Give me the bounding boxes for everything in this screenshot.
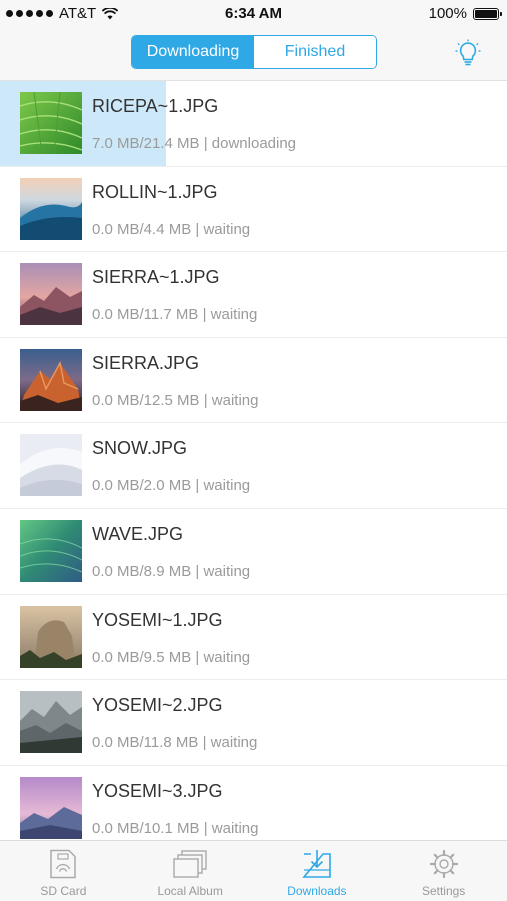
- file-status: 0.0 MB/8.9 MB | waiting: [92, 562, 251, 580]
- download-row[interactable]: ROLLIN~1.JPG 0.0 MB/4.4 MB | waiting: [0, 167, 507, 253]
- photo-thumbnail: [20, 92, 82, 154]
- file-name: SIERRA.JPG: [92, 352, 200, 373]
- sd-card-icon: [50, 849, 77, 879]
- tab-label: Local Album: [157, 884, 223, 898]
- file-name: YOSEMI~3.JPG: [92, 780, 223, 801]
- download-tray-icon: [302, 850, 331, 878]
- gear-icon: [429, 849, 458, 879]
- file-status: 0.0 MB/11.7 MB | waiting: [92, 306, 258, 324]
- album-icon: [173, 850, 207, 878]
- tab-label: Settings: [421, 884, 466, 898]
- download-segmented-control: Downloading Finished: [131, 35, 377, 69]
- photo-thumbnail: [20, 263, 82, 326]
- file-status: 0.0 MB/2.0 MB | waiting: [92, 477, 251, 495]
- photo-thumbnail: [20, 519, 82, 582]
- segment-finished[interactable]: Finished: [254, 36, 376, 68]
- file-status: 0.0 MB/12.5 MB | waiting: [92, 391, 259, 409]
- photo-thumbnail: [20, 177, 82, 240]
- file-name: YOSEMI~1.JPG: [92, 609, 223, 630]
- download-row[interactable]: YOSEMI~1.JPG 0.0 MB/9.5 MB | waiting: [0, 595, 507, 681]
- photo-thumbnail: [20, 605, 82, 668]
- battery-icon: [473, 7, 502, 20]
- file-status: 7.0 MB/21.4 MB | downloading: [92, 135, 297, 152]
- tab-label: SD Card: [40, 884, 87, 898]
- download-row[interactable]: WAVE.JPG 0.0 MB/8.9 MB | waiting: [0, 509, 507, 595]
- file-status: 0.0 MB/9.5 MB | waiting: [92, 648, 251, 666]
- photo-thumbnail: [20, 348, 82, 411]
- file-name: ROLLIN~1.JPG: [92, 181, 218, 202]
- tab-settings[interactable]: Settings: [380, 841, 507, 901]
- download-row[interactable]: SIERRA~1.JPG 0.0 MB/11.7 MB | waiting: [0, 252, 507, 338]
- tab-downloads[interactable]: Downloads: [254, 841, 381, 901]
- file-name: YOSEMI~2.JPG: [92, 695, 223, 716]
- tab-sd-card[interactable]: SD Card: [0, 841, 127, 901]
- download-row[interactable]: RICEPA~1.JPG 7.0 MB/21.4 MB | downloading: [0, 81, 507, 167]
- battery-percent: 100%: [428, 5, 467, 22]
- file-status: 0.0 MB/10.1 MB | waiting: [92, 819, 259, 837]
- nav-bar: Downloading Finished: [0, 28, 507, 81]
- download-list[interactable]: RICEPA~1.JPG 7.0 MB/21.4 MB | downloading…: [0, 81, 507, 840]
- photo-thumbnail: [20, 434, 82, 497]
- segment-downloading[interactable]: Downloading: [132, 36, 254, 68]
- tab-label: Downloads: [287, 884, 347, 898]
- download-row[interactable]: YOSEMI~3.JPG 0.0 MB/10.1 MB | waiting: [0, 766, 507, 840]
- tab-bar: SD Card Local Album Downloads Settings: [0, 840, 507, 901]
- photo-thumbnail: [20, 776, 82, 839]
- battery-indicator: 100%: [428, 5, 502, 22]
- download-row[interactable]: SIERRA.JPG 0.0 MB/12.5 MB | waiting: [0, 338, 507, 424]
- file-status: 0.0 MB/4.4 MB | waiting: [92, 220, 251, 238]
- lightbulb-icon[interactable]: [455, 39, 481, 69]
- download-row[interactable]: YOSEMI~2.JPG 0.0 MB/11.8 MB | waiting: [0, 680, 507, 766]
- file-name: SIERRA~1.JPG: [92, 267, 220, 288]
- file-name: WAVE.JPG: [92, 523, 184, 544]
- tab-local-album[interactable]: Local Album: [127, 841, 254, 901]
- status-bar: AT&T 6:34 AM 100%: [0, 0, 507, 28]
- file-name: SNOW.JPG: [92, 438, 188, 459]
- file-status: 0.0 MB/11.8 MB | waiting: [92, 734, 258, 752]
- download-row[interactable]: SNOW.JPG 0.0 MB/2.0 MB | waiting: [0, 423, 507, 509]
- photo-thumbnail: [20, 691, 82, 754]
- file-name: RICEPA~1.JPG: [92, 96, 219, 116]
